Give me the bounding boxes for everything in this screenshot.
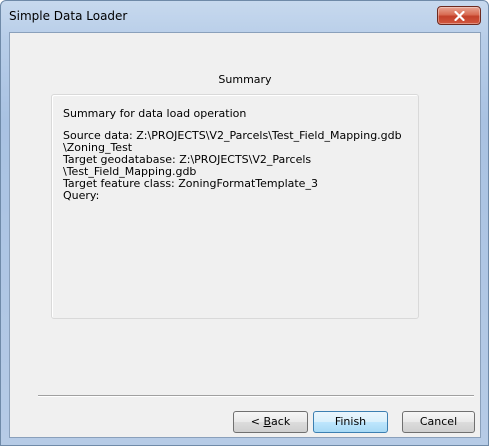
cancel-button[interactable]: Cancel <box>402 411 475 433</box>
button-separator <box>38 395 474 397</box>
back-button-mnemonic: B <box>263 415 272 428</box>
back-button[interactable]: < Back <box>233 411 308 433</box>
back-button-label: ack <box>271 415 291 428</box>
finish-button-label: Finish <box>334 415 367 428</box>
close-button[interactable] <box>437 6 481 25</box>
cancel-button-label: Cancel <box>419 415 458 428</box>
finish-button[interactable]: Finish <box>313 411 388 433</box>
back-button-prefix: < <box>250 415 264 428</box>
window-title: Simple Data Loader <box>9 9 128 23</box>
summary-panel: Summary for data load operation Source d… <box>51 94 419 319</box>
summary-line: Target feature class: ZoningFormatTempla… <box>63 177 318 190</box>
close-icon <box>454 11 465 21</box>
title-bar[interactable]: Simple Data Loader <box>1 1 488 31</box>
dialog-window: Simple Data Loader Summary Summary for d… <box>0 0 489 446</box>
summary-header: Summary for data load operation <box>63 107 247 120</box>
summary-line: Query: <box>63 189 100 202</box>
page-title: Summary <box>218 73 272 86</box>
dialog-client-area: Summary Summary for data load operation … <box>9 32 481 438</box>
